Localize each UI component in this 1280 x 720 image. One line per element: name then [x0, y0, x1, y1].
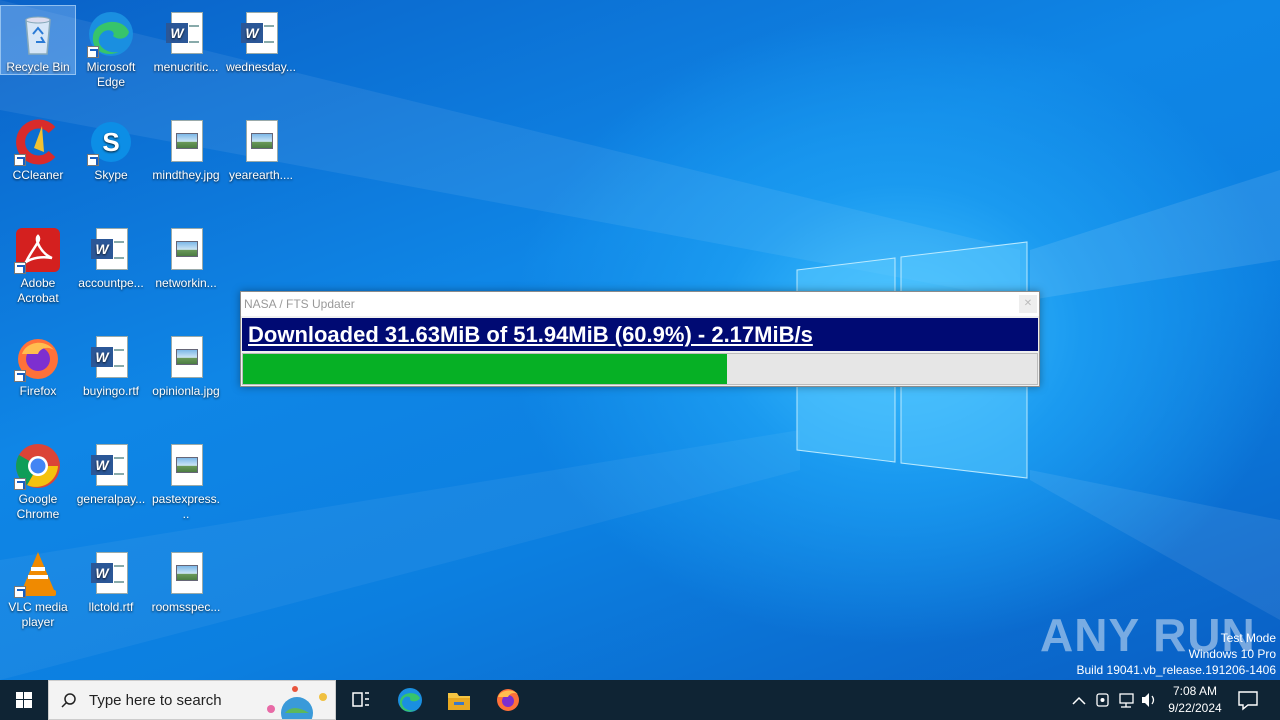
desktop-icon-google-chrome[interactable]: Google Chrome [1, 438, 75, 522]
ccleaner-icon [14, 118, 62, 166]
close-icon[interactable]: ✕ [1019, 295, 1037, 313]
recycle-bin-icon [14, 10, 62, 58]
shortcut-arrow-icon [14, 154, 26, 166]
volume-icon[interactable] [1142, 693, 1155, 707]
desktop-icon-ccleaner[interactable]: CCleaner [1, 114, 75, 183]
taskbar-file-explorer[interactable] [435, 680, 483, 720]
watermark-line1: Test Mode [1220, 631, 1276, 645]
skype-icon: S [87, 118, 135, 166]
image-file-icon [237, 118, 285, 166]
svg-text:S: S [102, 127, 119, 157]
taskbar-firefox[interactable] [484, 680, 532, 720]
word-document-icon: W [162, 10, 210, 58]
defender-icon[interactable] [1096, 693, 1109, 707]
chevron-up-icon[interactable] [1072, 696, 1086, 705]
shortcut-arrow-icon [87, 154, 99, 166]
firefox-icon [497, 689, 519, 711]
edge-icon [87, 10, 135, 58]
watermark-line2: Windows 10 Pro [1188, 647, 1276, 661]
desktop-icon-yearearth[interactable]: yearearth.... [224, 114, 298, 183]
desktop-icon-vlc[interactable]: VLC media player [1, 546, 75, 630]
download-status-text: Downloaded 31.63MiB of 51.94MiB (60.9%) … [242, 318, 1038, 351]
desktop-icon-llctold[interactable]: W llctold.rtf [74, 546, 148, 615]
desktop-icon-microsoft-edge[interactable]: Microsoft Edge [74, 6, 148, 90]
desktop-icon-firefox[interactable]: Firefox [1, 330, 75, 399]
search-placeholder: Type here to search [89, 692, 222, 709]
word-document-icon: W [237, 10, 285, 58]
acrobat-icon [14, 226, 62, 274]
desktop: Recycle Bin CCleaner Adobe Acrobat Firef… [0, 0, 1280, 680]
shortcut-arrow-icon [14, 370, 26, 382]
firefox-icon [14, 334, 62, 382]
desktop-icon-recycle-bin[interactable]: Recycle Bin [0, 5, 76, 75]
vlc-icon [14, 550, 62, 598]
test-mode-watermark: Test Mode Windows 10 Pro Build 19041.vb_… [1077, 630, 1277, 678]
desktop-icon-skype[interactable]: S Skype [74, 114, 148, 183]
image-file-icon [162, 550, 210, 598]
taskbar-search-box[interactable]: Type here to search [48, 680, 336, 720]
word-document-icon: W [87, 226, 135, 274]
action-center-button[interactable] [1230, 680, 1278, 720]
desktop-icon-generalpay[interactable]: W generalpay... [74, 438, 148, 507]
progress-fill [243, 354, 727, 384]
desktop-icon-networkin[interactable]: networkin... [149, 222, 223, 291]
windows-start-icon [16, 692, 32, 708]
clock-time: 7:08 AM [1172, 684, 1218, 698]
desktop-icon-accountpe[interactable]: W accountpe... [74, 222, 148, 291]
shortcut-arrow-icon [87, 46, 99, 58]
watermark-line3: Build 19041.vb_release.191206-1406 [1076, 663, 1277, 677]
desktop-icon-mindthey[interactable]: mindthey.jpg [149, 114, 223, 183]
desktop-icon-opinionla[interactable]: opinionla.jpg [149, 330, 223, 399]
edge-icon [398, 688, 422, 712]
system-tray [1068, 680, 1158, 720]
shortcut-arrow-icon [14, 586, 26, 598]
word-document-icon: W [87, 334, 135, 382]
image-file-icon [162, 334, 210, 382]
image-file-icon [162, 118, 210, 166]
notification-icon [1238, 691, 1258, 711]
window-title: NASA / FTS Updater [244, 297, 355, 311]
updater-titlebar[interactable]: NASA / FTS Updater ✕ [241, 292, 1039, 316]
word-document-icon: W [87, 550, 135, 598]
word-document-icon: W [87, 442, 135, 490]
desktop-icon-menucritic[interactable]: W menucritic... [149, 6, 223, 75]
desktop-icon-roomsspec[interactable]: roomsspec... [149, 546, 223, 615]
search-icon [61, 693, 76, 708]
shortcut-arrow-icon [14, 478, 26, 490]
image-file-icon [162, 442, 210, 490]
shortcut-arrow-icon [14, 262, 26, 274]
desktop-icon-wednesday[interactable]: W wednesday... [224, 6, 298, 75]
desktop-icon-buyingo[interactable]: W buyingo.rtf [74, 330, 148, 399]
network-icon[interactable] [1119, 693, 1134, 708]
taskbar: Type here to search 7:08 AM 9/22/2024 [0, 680, 1280, 720]
clock-date: 9/22/2024 [1168, 701, 1222, 715]
start-button[interactable] [0, 680, 48, 720]
task-view-icon [352, 692, 369, 707]
download-progress-bar [242, 353, 1038, 385]
updater-window[interactable]: NASA / FTS Updater ✕ Downloaded 31.63MiB… [240, 291, 1040, 387]
task-view-button[interactable] [336, 680, 384, 720]
taskbar-clock[interactable]: 7:08 AM 9/22/2024 [1162, 683, 1228, 717]
taskbar-edge[interactable] [386, 680, 434, 720]
file-explorer-icon [448, 693, 470, 710]
desktop-icon-adobe-acrobat[interactable]: Adobe Acrobat [1, 222, 75, 306]
image-file-icon [162, 226, 210, 274]
search-highlight-globe-icon [267, 686, 327, 719]
chrome-icon [14, 442, 62, 490]
desktop-icon-pastexpress[interactable]: pastexpress... [149, 438, 223, 522]
